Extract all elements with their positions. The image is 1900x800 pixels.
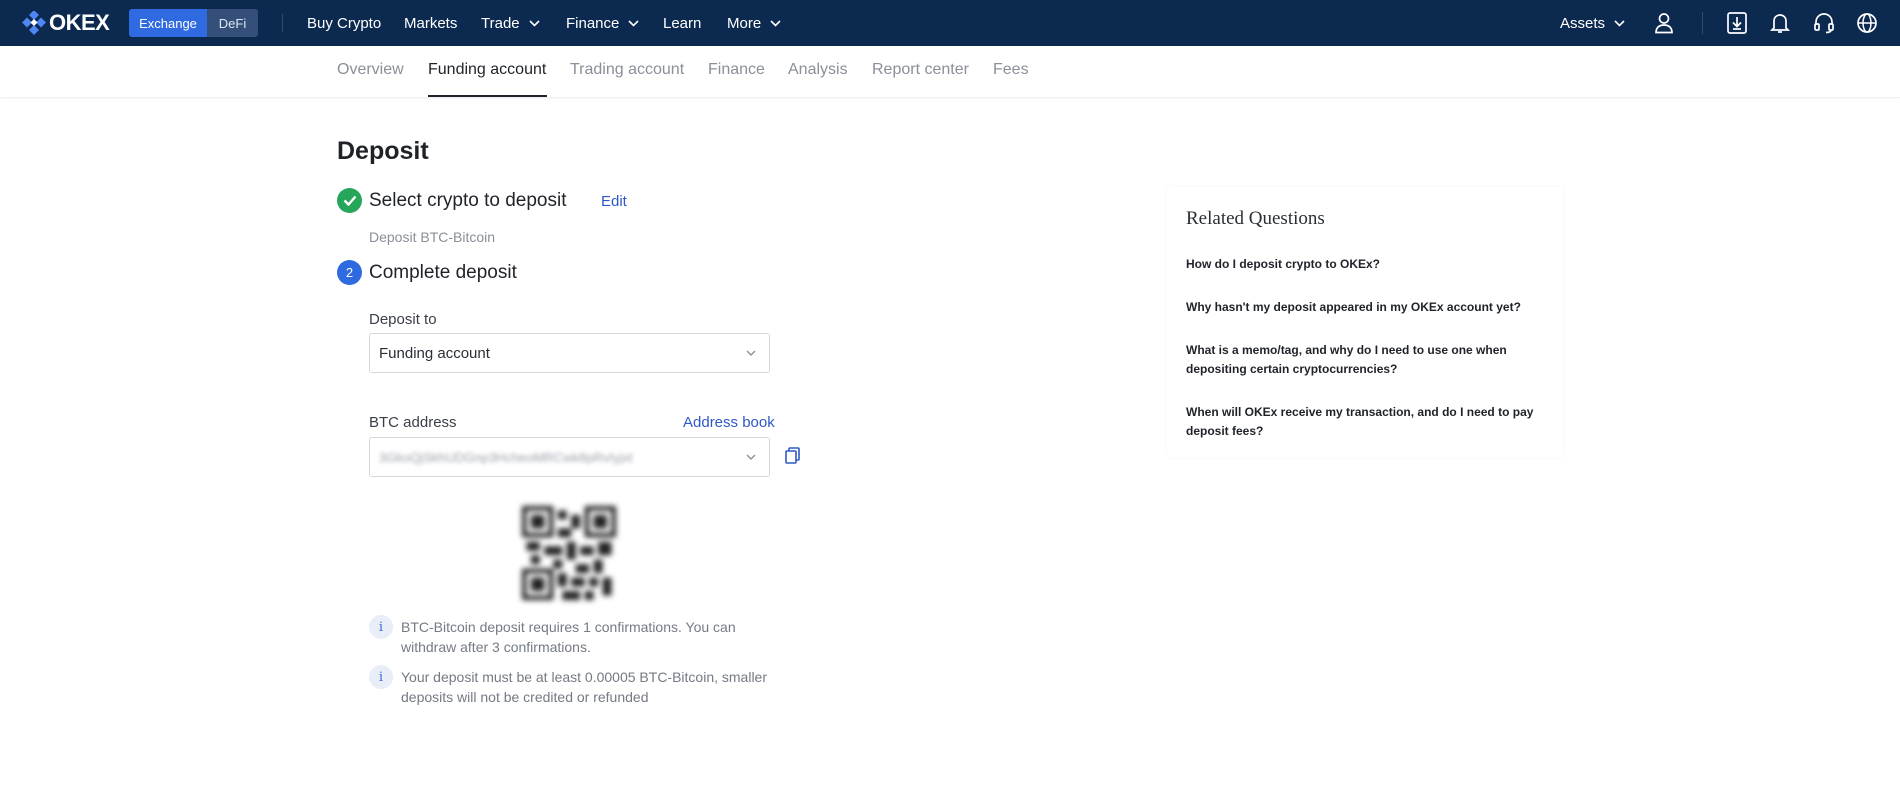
step-1-title: Select crypto to deposit (369, 190, 567, 211)
active-tab-indicator (428, 95, 547, 97)
chevron-down-icon (770, 20, 781, 27)
check-circle-icon (337, 188, 362, 213)
download-icon[interactable] (1725, 11, 1749, 35)
related-question-link[interactable]: What is a memo/tag, and why do I need to… (1186, 341, 1556, 379)
nav-divider (1702, 12, 1703, 34)
defi-toggle[interactable]: DeFi (207, 9, 258, 37)
bell-icon[interactable] (1768, 11, 1792, 35)
copy-icon[interactable] (783, 446, 803, 466)
chevron-down-icon (1614, 20, 1625, 27)
nav-finance-label: Finance (566, 14, 620, 32)
okex-logo-icon (22, 11, 46, 35)
account-subnav: Overview Funding account Trading account… (0, 46, 1900, 98)
top-navbar: OKEX Exchange DeFi Buy Crypto Markets Tr… (0, 0, 1900, 46)
chevron-down-icon (746, 454, 756, 460)
address-book-link[interactable]: Address book (683, 414, 775, 431)
selected-crypto: Deposit BTC-Bitcoin (369, 229, 496, 245)
related-question-link[interactable]: Why hasn't my deposit appeared in my OKE… (1186, 298, 1556, 317)
deposit-to-label: Deposit to (369, 311, 437, 328)
chevron-down-icon (628, 20, 639, 27)
related-questions-title: Related Questions (1186, 208, 1325, 229)
page-title: Deposit (337, 137, 429, 165)
chevron-down-icon (746, 350, 756, 356)
info-icon: i (369, 615, 393, 639)
nav-assets[interactable]: Assets (1560, 0, 1625, 46)
exchange-toggle[interactable]: Exchange (129, 9, 207, 37)
deposit-to-value: Funding account (379, 345, 490, 362)
nav-trade[interactable]: Trade (481, 0, 540, 46)
nav-more[interactable]: More (727, 0, 781, 46)
nav-buy-crypto[interactable]: Buy Crypto (307, 0, 381, 46)
chevron-down-icon (529, 20, 540, 27)
confirmations-notice: BTC-Bitcoin deposit requires 1 confirmat… (401, 619, 736, 655)
minimum-deposit-notice: Your deposit must be at least 0.00005 BT… (401, 669, 768, 705)
deposit-to-select[interactable]: Funding account (369, 333, 770, 373)
related-questions-panel: Related Questions How do I deposit crypt… (1167, 187, 1563, 457)
step-2-title: Complete deposit (369, 262, 517, 283)
tab-overview[interactable]: Overview (337, 61, 404, 79)
edit-link[interactable]: Edit (601, 193, 627, 210)
tab-analysis[interactable]: Analysis (788, 61, 848, 79)
tab-trading-account[interactable]: Trading account (570, 61, 684, 79)
nav-buy-crypto-label: Buy Crypto (307, 14, 382, 32)
btc-address-select[interactable]: 3GkoQjSkhUDGnp3HcheoMRCwk8pRvIyjxt (369, 437, 770, 477)
nav-trade-label: Trade (481, 14, 520, 32)
nav-markets-label: Markets (404, 14, 458, 32)
globe-icon[interactable] (1855, 11, 1879, 35)
okex-logo[interactable]: OKEX (22, 10, 110, 36)
deposit-qr-code (522, 506, 616, 600)
step-2-badge: 2 (337, 260, 362, 285)
nav-more-label: More (727, 14, 762, 32)
nav-markets[interactable]: Markets (404, 0, 457, 46)
tab-funding-account[interactable]: Funding account (428, 61, 546, 79)
nav-divider (282, 14, 283, 32)
tab-fees[interactable]: Fees (993, 61, 1029, 79)
exchange-defi-switch: Exchange DeFi (129, 9, 258, 37)
nav-assets-label: Assets (1560, 14, 1606, 32)
tab-report-center[interactable]: Report center (872, 61, 969, 79)
tab-finance[interactable]: Finance (708, 61, 765, 79)
headset-icon[interactable] (1812, 11, 1836, 35)
related-question-link[interactable]: When will OKEx receive my transaction, a… (1186, 403, 1556, 441)
brand-name: OKEX (49, 10, 110, 35)
nav-finance[interactable]: Finance (566, 0, 639, 46)
related-question-link[interactable]: How do I deposit crypto to OKEx? (1186, 255, 1556, 274)
user-icon[interactable] (1652, 11, 1676, 35)
nav-learn-label: Learn (663, 14, 702, 32)
nav-learn[interactable]: Learn (663, 0, 701, 46)
btc-address-value: 3GkoQjSkhUDGnp3HcheoMRCwk8pRvIyjxt (379, 450, 633, 465)
info-icon: i (369, 665, 393, 689)
btc-address-label: BTC address (369, 414, 457, 431)
